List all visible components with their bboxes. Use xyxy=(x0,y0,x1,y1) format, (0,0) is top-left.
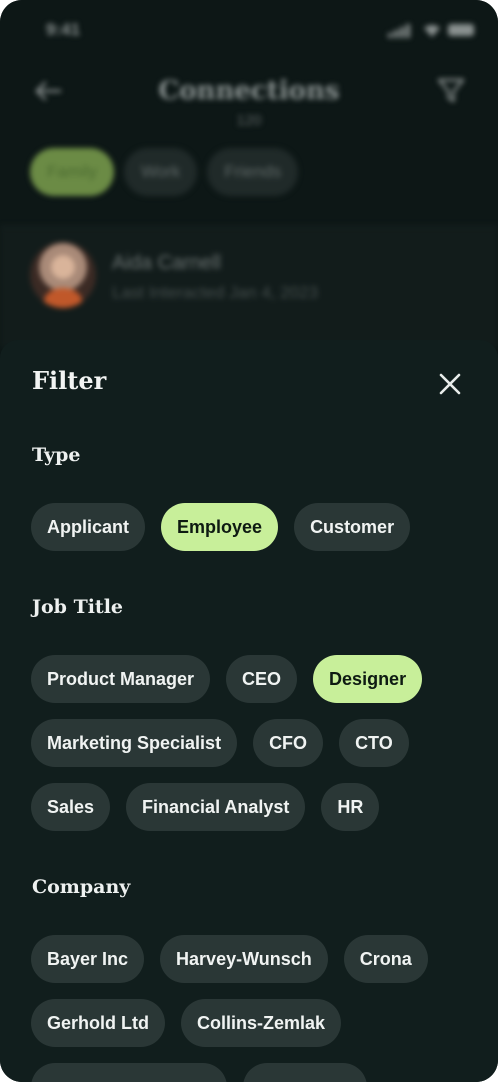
filter-title: Filter xyxy=(32,366,107,395)
battery-icon xyxy=(448,24,474,36)
avatar xyxy=(30,242,96,308)
chip-employee[interactable]: Employee xyxy=(161,503,279,551)
contact-name: Aida Carnell xyxy=(112,252,221,274)
chip-ceo[interactable]: CEO xyxy=(226,655,298,703)
chip-sales[interactable]: Sales xyxy=(31,783,111,831)
connection-count: 120 xyxy=(236,112,262,129)
chip-customer[interactable]: Customer xyxy=(294,503,411,551)
chip-gerhold-ltd[interactable]: Gerhold Ltd xyxy=(31,999,165,1047)
page-title: Connections xyxy=(158,76,340,106)
chip-applicant[interactable]: Applicant xyxy=(31,503,146,551)
category-tabs: Family Work Friends xyxy=(30,148,299,196)
chip-cfo[interactable]: CFO xyxy=(253,719,324,767)
chip-product-manager[interactable]: Product Manager xyxy=(31,655,211,703)
section-label-type: Type xyxy=(32,444,81,466)
wifi-icon xyxy=(424,24,440,37)
tab-work[interactable]: Work xyxy=(124,148,198,196)
filter-sheet: Filter Type Applicant Employee Customer … xyxy=(0,340,498,1082)
phone-screen: 9:41 Connections 120 Family Work Friends… xyxy=(0,0,498,1082)
company-options: Bayer Inc Harvey-Wunsch Crona Gerhold Lt… xyxy=(31,935,471,1082)
status-icons xyxy=(388,22,474,38)
filter-funnel-icon[interactable] xyxy=(436,76,466,106)
tab-friends[interactable]: Friends xyxy=(207,148,299,196)
divider xyxy=(0,226,498,227)
contact-last-interacted: Last Interacted Jan 4, 2023 xyxy=(112,283,319,302)
section-label-job-title: Job Title xyxy=(32,596,124,618)
chip-hr[interactable]: HR xyxy=(321,783,380,831)
chip-crona[interactable]: Crona xyxy=(343,935,428,983)
connections-header: Connections 120 xyxy=(0,60,498,140)
tab-family[interactable]: Family xyxy=(30,148,115,196)
status-time: 9:41 xyxy=(46,20,81,39)
chip-bayer-inc[interactable]: Bayer Inc xyxy=(31,935,145,983)
type-options: Applicant Employee Customer xyxy=(31,503,471,551)
close-icon[interactable] xyxy=(434,368,466,400)
chip-cto[interactable]: CTO xyxy=(339,719,409,767)
section-label-company: Company xyxy=(32,876,131,898)
chip-partially-hidden[interactable] xyxy=(31,1063,227,1082)
contact-list-item[interactable]: Aida Carnell Last Interacted Jan 4, 2023 xyxy=(0,228,498,348)
chip-partially-hidden[interactable] xyxy=(243,1063,367,1082)
chip-harvey-wunsch[interactable]: Harvey-Wunsch xyxy=(160,935,328,983)
chip-financial-analyst[interactable]: Financial Analyst xyxy=(126,783,306,831)
job-title-options: Product Manager CEO Designer Marketing S… xyxy=(31,655,471,831)
status-bar: 9:41 xyxy=(0,0,498,60)
signal-icon xyxy=(388,33,392,38)
chip-marketing-specialist[interactable]: Marketing Specialist xyxy=(31,719,238,767)
chip-designer[interactable]: Designer xyxy=(313,655,423,703)
chip-collins-zemlak[interactable]: Collins-Zemlak xyxy=(181,999,342,1047)
